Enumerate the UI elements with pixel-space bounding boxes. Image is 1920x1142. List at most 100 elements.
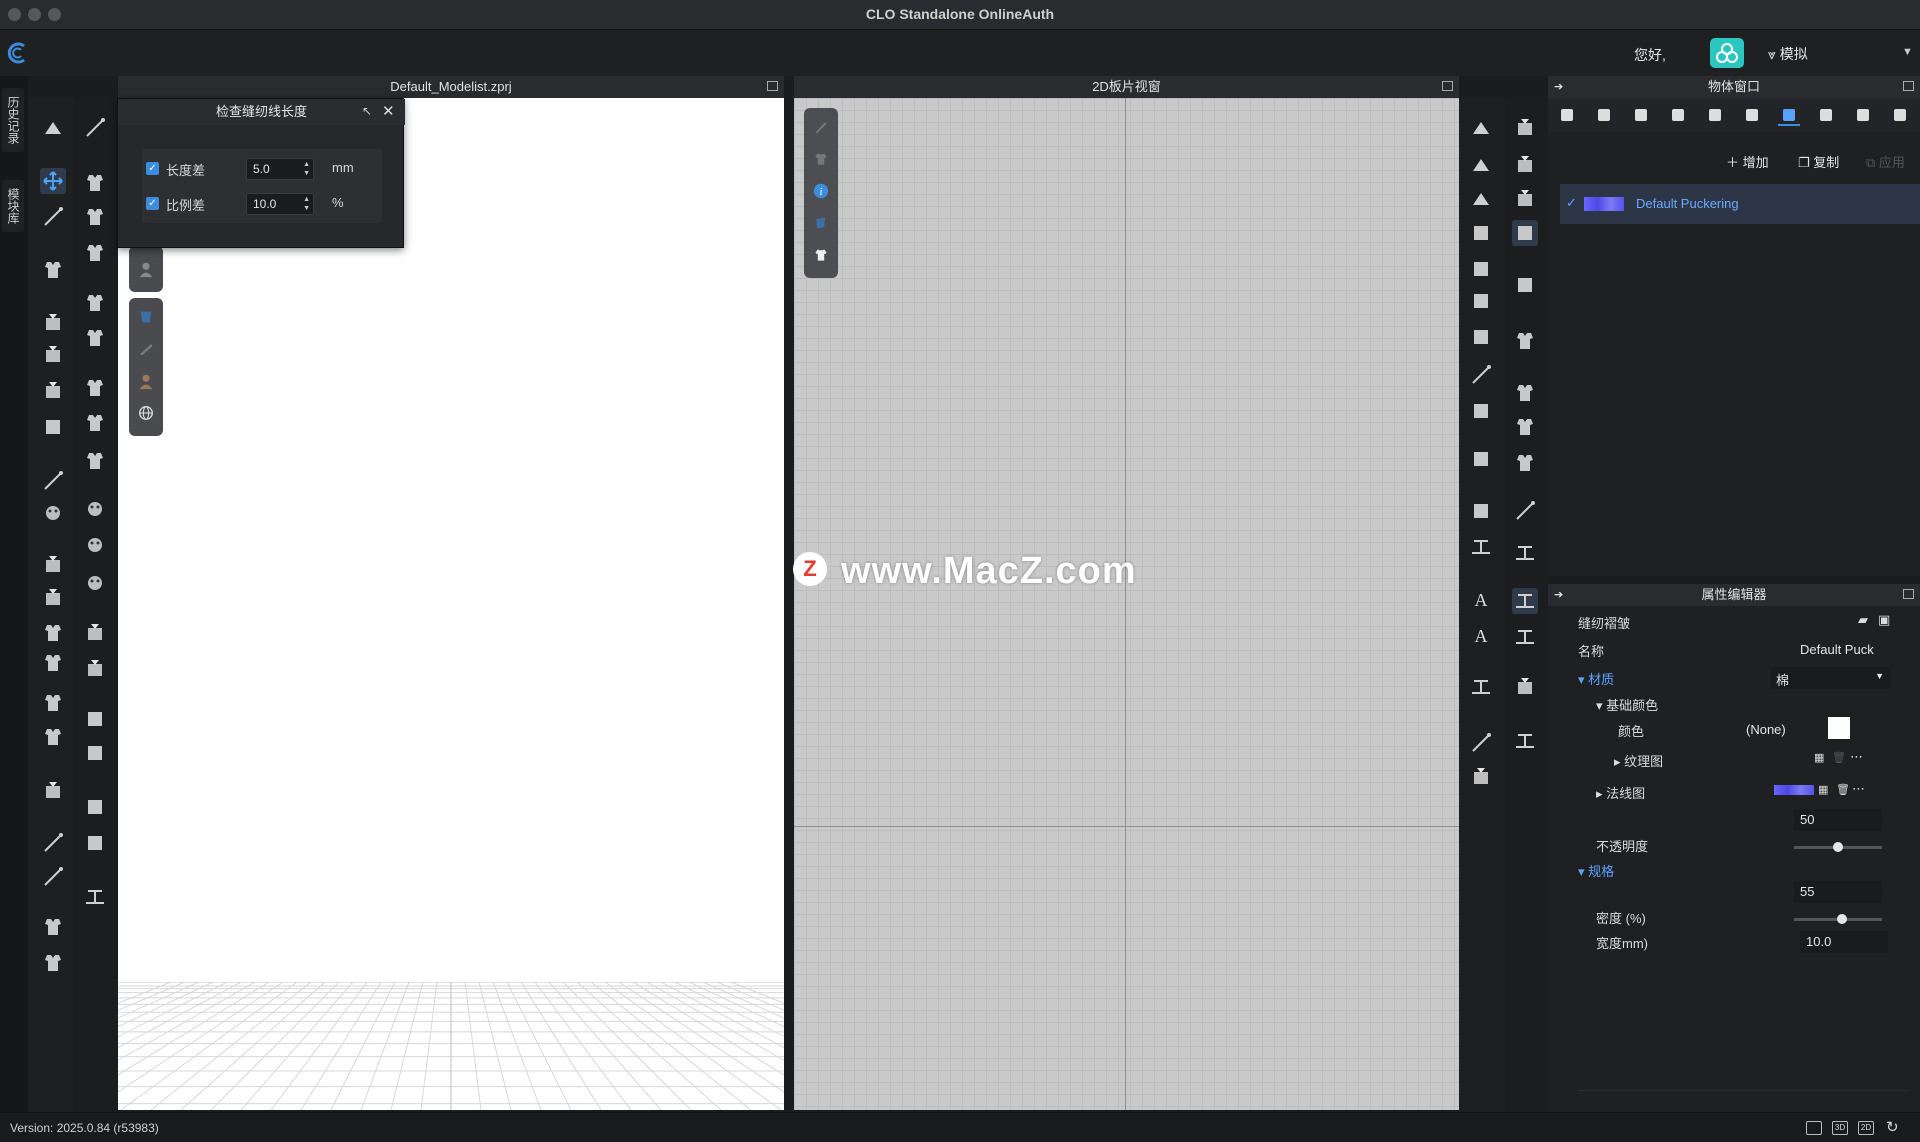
tool-3d-alt-15-icon[interactable] [82, 740, 108, 766]
density-slider[interactable] [1794, 914, 1882, 924]
tool-2d-alt-3-icon[interactable] [1512, 220, 1538, 246]
trash-icon[interactable]: 🗑 [1836, 783, 1850, 796]
tool-3d-7-icon[interactable] [40, 414, 66, 440]
puckering-tab-icon[interactable] [1778, 104, 1800, 126]
trash-icon[interactable]: 🗑 [1832, 751, 1846, 764]
tool-2d-alt-12-icon[interactable] [1512, 624, 1538, 650]
tool-3d-alt-1-icon[interactable] [82, 170, 108, 196]
tool-3d-4-icon[interactable] [40, 310, 66, 336]
tool-3d-alt-11-icon[interactable] [82, 570, 108, 596]
popout-icon[interactable] [1903, 81, 1914, 91]
add-button[interactable]: ＋ 增加 [1726, 152, 1769, 171]
pin-icon[interactable]: ↖ [362, 104, 372, 118]
globe-icon[interactable] [135, 402, 157, 424]
tool-2d-0-icon[interactable] [1468, 115, 1494, 141]
tool-3d-alt-13-icon[interactable] [82, 656, 108, 682]
popout-icon[interactable] [767, 81, 778, 91]
tool-2d-alt-2-icon[interactable] [1512, 186, 1538, 212]
tool-2d-alt-6-icon[interactable] [1512, 380, 1538, 406]
tool-2d-alt-9-icon[interactable] [1512, 498, 1538, 524]
close-icon[interactable]: ✕ [382, 102, 395, 120]
tool-3d-alt-4-icon[interactable] [82, 290, 108, 316]
tab-library[interactable]: 模块库 [2, 180, 24, 232]
tool-2d-alt-8-icon[interactable] [1512, 450, 1538, 476]
tool-3d-alt-2-icon[interactable] [82, 204, 108, 230]
color-swatch[interactable] [1828, 717, 1850, 739]
tool-2d-alt-4-icon[interactable] [1512, 272, 1538, 298]
tool-2d-9-icon[interactable] [1468, 446, 1494, 472]
more-icon[interactable]: ⋯ [1850, 749, 1863, 765]
tool-2d-3-icon[interactable] [1468, 220, 1494, 246]
grid-icon[interactable]: ▦ [1814, 751, 1824, 764]
tool-3d-alt-12-icon[interactable] [82, 620, 108, 646]
save-icon[interactable]: ▣ [1878, 612, 1890, 628]
measure-tab-icon[interactable] [1852, 104, 1874, 126]
tool-3d-12-icon[interactable] [40, 620, 66, 646]
user-avatar[interactable] [1710, 38, 1744, 68]
mode-switch[interactable]: ⩔ 模拟 [1768, 44, 1808, 64]
base-color-label[interactable]: ▾ 基础颜色 [1596, 695, 1658, 714]
button-tab-icon[interactable] [1667, 104, 1689, 126]
length-diff-input[interactable]: 5.0 ▲ ▼ [246, 158, 314, 180]
tool-2d-alt-1-icon[interactable] [1512, 152, 1538, 178]
copy-button[interactable]: ❐ 复制 [1798, 152, 1839, 171]
tool-2d-12-icon[interactable]: A [1468, 586, 1494, 612]
2d-viewport[interactable] [794, 98, 1459, 1110]
tool-3d-14-icon[interactable] [40, 690, 66, 716]
tool-3d-alt-14-icon[interactable] [82, 706, 108, 732]
avatar-tab-icon[interactable] [1815, 104, 1837, 126]
opacity-input[interactable]: 50 [1794, 809, 1882, 831]
tool-3d-3-icon[interactable] [40, 257, 66, 283]
tool-2d-6-icon[interactable] [1468, 324, 1494, 350]
tool-2d-alt-5-icon[interactable] [1512, 328, 1538, 354]
avatar-texture-icon[interactable] [135, 370, 157, 392]
tool-3d-alt-5-icon[interactable] [82, 325, 108, 351]
shirt-lock-icon[interactable] [810, 244, 832, 266]
tool-3d-18-icon[interactable] [40, 864, 66, 890]
tool-2d-2-icon[interactable] [1468, 186, 1494, 212]
spin-arrows-icon[interactable]: ▲ ▼ [303, 195, 310, 213]
tool-3d-alt-18-icon[interactable] [82, 884, 108, 910]
checker-tab-icon[interactable] [1630, 104, 1652, 126]
tool-2d-8-icon[interactable] [1468, 398, 1494, 424]
width-input[interactable]: 10.0 [1800, 931, 1888, 953]
clo-logo-icon[interactable] [4, 40, 30, 66]
apply-button[interactable]: ⧉ 应用 [1866, 152, 1905, 171]
tool-3d-10-icon[interactable] [40, 552, 66, 578]
density-slider-knob[interactable] [1837, 914, 1848, 924]
info-icon[interactable]: i [810, 180, 832, 202]
3d-viewport[interactable] [118, 98, 784, 1110]
tool-2d-11-icon[interactable] [1468, 534, 1494, 560]
tool-2d-10-icon[interactable] [1468, 498, 1494, 524]
tool-2d-alt-10-icon[interactable] [1512, 540, 1538, 566]
ratio-diff-input[interactable]: 10.0 ▲ ▼ [246, 193, 314, 215]
tool-2d-5-icon[interactable] [1468, 288, 1494, 314]
tool-3d-5-icon[interactable] [40, 342, 66, 368]
tool-3d-17-icon[interactable] [40, 830, 66, 856]
name-field[interactable]: Default Puck [1794, 639, 1890, 661]
popout-icon[interactable] [1903, 589, 1914, 599]
tool-3d-8-icon[interactable] [40, 468, 66, 494]
tool-2d-alt-13-icon[interactable] [1512, 674, 1538, 700]
tool-2d-1-icon[interactable] [1468, 152, 1494, 178]
list-tab-icon[interactable] [1556, 104, 1578, 126]
strain-map-icon[interactable] [135, 338, 157, 360]
tool-3d-alt-16-icon[interactable] [82, 794, 108, 820]
length-diff-checkbox[interactable]: ✓ [146, 162, 159, 175]
tool-3d-16-icon[interactable] [40, 778, 66, 804]
tool-2d-alt-14-icon[interactable] [1512, 728, 1538, 754]
refresh-icon[interactable]: ↻ [1886, 1118, 1899, 1136]
zipper-tab-icon[interactable] [1704, 104, 1726, 126]
tool-3d-1-icon[interactable] [40, 168, 66, 194]
fabric-tab-icon[interactable] [1593, 104, 1615, 126]
tool-2d-alt-7-icon[interactable] [1512, 414, 1538, 440]
tool-2d-alt-0-icon[interactable] [1512, 115, 1538, 141]
material-label[interactable]: ▾ 材质 [1578, 669, 1614, 688]
tool-2d-7-icon[interactable] [1468, 362, 1494, 388]
list-item[interactable]: ✓ Default Puckering [1560, 184, 1920, 224]
tool-3d-2-icon[interactable] [40, 204, 66, 230]
garment-fit-icon[interactable] [135, 306, 157, 328]
tool-3d-19-icon[interactable] [40, 914, 66, 940]
material-select[interactable]: 棉 ▼ [1770, 667, 1890, 689]
tool-3d-0-icon[interactable] [40, 115, 66, 141]
